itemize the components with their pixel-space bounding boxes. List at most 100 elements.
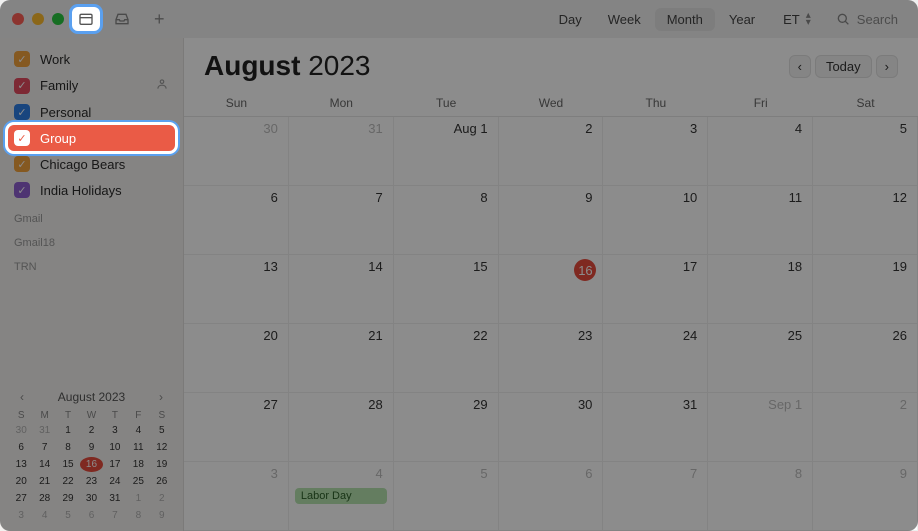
add-event-button[interactable]: +: [154, 9, 165, 30]
mini-day[interactable]: 1: [127, 491, 149, 506]
mini-day[interactable]: 8: [127, 508, 149, 523]
day-cell[interactable]: 9: [813, 462, 918, 531]
day-cell[interactable]: 15: [394, 255, 499, 324]
zoom-window[interactable]: [52, 13, 64, 25]
sidebar-section[interactable]: Gmail: [8, 203, 175, 227]
view-day[interactable]: Day: [547, 8, 594, 31]
day-cell[interactable]: 26: [813, 324, 918, 393]
minimize-window[interactable]: [32, 13, 44, 25]
mini-day[interactable]: 13: [10, 457, 32, 472]
calendar-chicago-bears[interactable]: ✓Chicago Bears: [8, 151, 175, 177]
mini-day[interactable]: 11: [127, 440, 149, 455]
calendar-group[interactable]: ✓Group: [8, 125, 175, 151]
sidebar-section[interactable]: Gmail18: [8, 227, 175, 251]
sidebar-section[interactable]: TRN: [8, 251, 175, 275]
day-cell[interactable]: 8: [394, 186, 499, 255]
mini-day[interactable]: 20: [10, 474, 32, 489]
mini-day[interactable]: 4: [127, 423, 149, 438]
mini-day[interactable]: 9: [151, 508, 173, 523]
day-cell[interactable]: 20: [184, 324, 289, 393]
day-cell[interactable]: 30: [184, 117, 289, 186]
calendar-work[interactable]: ✓Work: [8, 46, 175, 72]
day-cell[interactable]: 25: [708, 324, 813, 393]
close-window[interactable]: [12, 13, 24, 25]
day-cell[interactable]: 30: [499, 393, 604, 462]
mini-day[interactable]: 17: [104, 457, 126, 472]
day-cell[interactable]: 8: [708, 462, 813, 531]
day-cell[interactable]: 11: [708, 186, 813, 255]
mini-day[interactable]: 24: [104, 474, 126, 489]
day-cell[interactable]: 10: [603, 186, 708, 255]
day-cell[interactable]: 27: [184, 393, 289, 462]
day-cell[interactable]: 3: [184, 462, 289, 531]
mini-day[interactable]: 27: [10, 491, 32, 506]
mini-day[interactable]: 21: [33, 474, 55, 489]
view-month[interactable]: Month: [655, 8, 715, 31]
day-cell[interactable]: 7: [603, 462, 708, 531]
day-cell[interactable]: 12: [813, 186, 918, 255]
mini-day[interactable]: 15: [57, 457, 79, 472]
calendar-india-holidays[interactable]: ✓India Holidays: [8, 177, 175, 203]
day-cell[interactable]: 4Labor Day: [289, 462, 394, 531]
event-chip[interactable]: Labor Day: [295, 488, 387, 504]
calendar-personal[interactable]: ✓Personal: [8, 99, 175, 125]
today-button[interactable]: Today: [815, 55, 872, 78]
mini-day[interactable]: 26: [151, 474, 173, 489]
mini-prev[interactable]: ‹: [14, 388, 30, 406]
mini-day[interactable]: 8: [57, 440, 79, 455]
mini-day[interactable]: 31: [33, 423, 55, 438]
calendars-toggle-icon[interactable]: [72, 7, 100, 31]
mini-day[interactable]: 28: [33, 491, 55, 506]
day-cell[interactable]: 2: [813, 393, 918, 462]
checkbox-icon[interactable]: ✓: [14, 78, 30, 94]
mini-day[interactable]: 5: [151, 423, 173, 438]
day-cell[interactable]: 14: [289, 255, 394, 324]
mini-day[interactable]: 10: [104, 440, 126, 455]
mini-day[interactable]: 5: [57, 508, 79, 523]
mini-day[interactable]: 3: [104, 423, 126, 438]
day-cell[interactable]: 5: [394, 462, 499, 531]
mini-day[interactable]: 4: [33, 508, 55, 523]
mini-day[interactable]: 2: [80, 423, 102, 438]
mini-day[interactable]: 12: [151, 440, 173, 455]
mini-next[interactable]: ›: [153, 388, 169, 406]
calendar-family[interactable]: ✓Family: [8, 72, 175, 99]
day-cell[interactable]: 9: [499, 186, 604, 255]
prev-month[interactable]: ‹: [789, 55, 811, 78]
mini-day[interactable]: 1: [57, 423, 79, 438]
mini-day[interactable]: 30: [80, 491, 102, 506]
mini-day[interactable]: 7: [33, 440, 55, 455]
day-cell[interactable]: 28: [289, 393, 394, 462]
day-cell[interactable]: 23: [499, 324, 604, 393]
day-cell[interactable]: 3: [603, 117, 708, 186]
day-cell[interactable]: 18: [708, 255, 813, 324]
mini-day[interactable]: 23: [80, 474, 102, 489]
mini-day[interactable]: 30: [10, 423, 32, 438]
checkbox-icon[interactable]: ✓: [14, 182, 30, 198]
mini-day[interactable]: 2: [151, 491, 173, 506]
day-cell[interactable]: 13: [184, 255, 289, 324]
mini-day[interactable]: 16: [80, 457, 102, 472]
view-week[interactable]: Week: [596, 8, 653, 31]
day-cell[interactable]: 4: [708, 117, 813, 186]
day-cell[interactable]: 5: [813, 117, 918, 186]
day-cell[interactable]: 16: [499, 255, 604, 324]
mini-day[interactable]: 25: [127, 474, 149, 489]
day-cell[interactable]: 31: [289, 117, 394, 186]
day-cell[interactable]: 2: [499, 117, 604, 186]
mini-day[interactable]: 6: [10, 440, 32, 455]
mini-day[interactable]: 19: [151, 457, 173, 472]
day-cell[interactable]: Aug 1: [394, 117, 499, 186]
mini-day[interactable]: 22: [57, 474, 79, 489]
mini-day[interactable]: 18: [127, 457, 149, 472]
search-field[interactable]: Search: [827, 7, 906, 31]
mini-day[interactable]: 29: [57, 491, 79, 506]
checkbox-icon[interactable]: ✓: [14, 130, 30, 146]
mini-day[interactable]: 14: [33, 457, 55, 472]
inbox-icon[interactable]: [108, 7, 136, 31]
day-cell[interactable]: 31: [603, 393, 708, 462]
day-cell[interactable]: 17: [603, 255, 708, 324]
mini-day[interactable]: 3: [10, 508, 32, 523]
checkbox-icon[interactable]: ✓: [14, 104, 30, 120]
mini-day[interactable]: 7: [104, 508, 126, 523]
